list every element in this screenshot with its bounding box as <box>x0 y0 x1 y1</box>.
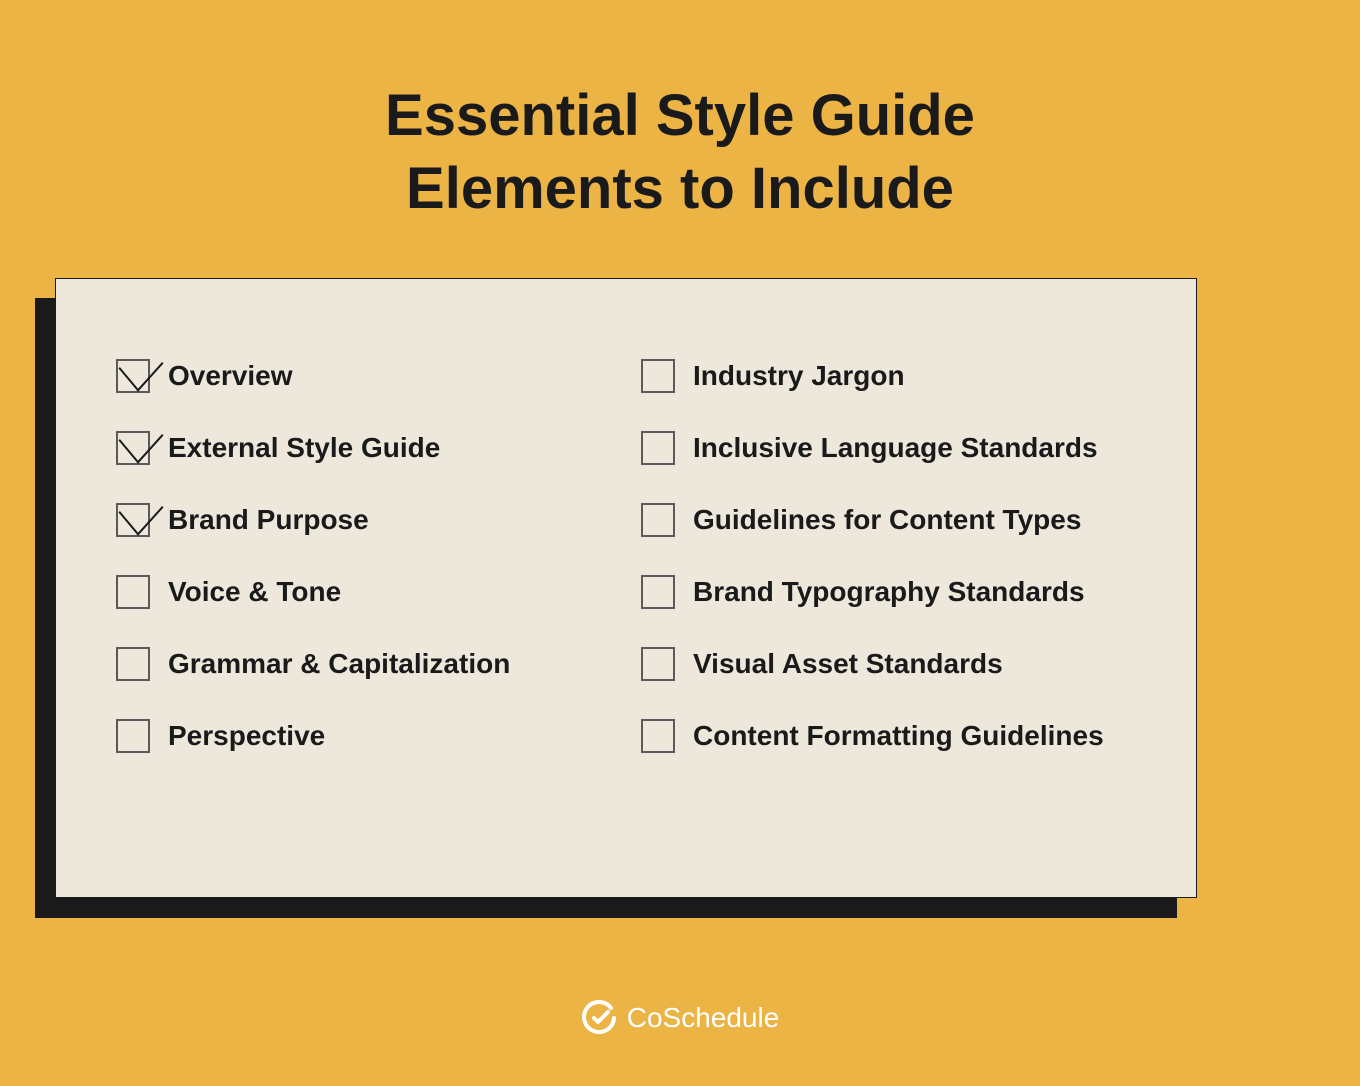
checklist-item: Perspective <box>116 719 611 753</box>
checklist-item-label: Perspective <box>168 720 325 752</box>
checklist-item-label: Industry Jargon <box>693 360 905 392</box>
checkbox-icon <box>116 431 150 465</box>
checkbox-icon <box>641 575 675 609</box>
checkbox-icon <box>641 503 675 537</box>
checklist-item: Voice & Tone <box>116 575 611 609</box>
brand-name: CoSchedule <box>627 1002 780 1034</box>
page-title-wrapper: Essential Style Guide Elements to Includ… <box>0 80 1360 225</box>
checklist-item-label: Visual Asset Standards <box>693 648 1003 680</box>
checklist-item-label: Guidelines for Content Types <box>693 504 1081 536</box>
checklist-item-label: Brand Purpose <box>168 504 369 536</box>
checklist-item: Content Formatting Guidelines <box>641 719 1136 753</box>
checklist-item: Brand Purpose <box>116 503 611 537</box>
page-title: Essential Style Guide Elements to Includ… <box>0 80 1360 225</box>
checklist-item: Industry Jargon <box>641 359 1136 393</box>
checklist-item-label: External Style Guide <box>168 432 440 464</box>
brand-logo: CoSchedule <box>581 1000 780 1036</box>
coschedule-icon <box>581 1000 617 1036</box>
checklist-item-label: Grammar & Capitalization <box>168 648 510 680</box>
footer: CoSchedule <box>0 1000 1360 1036</box>
right-column: Industry Jargon Inclusive Language Standa… <box>641 359 1136 753</box>
checklist-item-label: Inclusive Language Standards <box>693 432 1098 464</box>
checklist-card: Overview External Style Guide Brand Purpos… <box>55 278 1197 898</box>
checklist-item-label: Voice & Tone <box>168 576 341 608</box>
checklist-item: Brand Typography Standards <box>641 575 1136 609</box>
checklist-item: Guidelines for Content Types <box>641 503 1136 537</box>
checkbox-icon <box>116 719 150 753</box>
checkbox-icon <box>641 359 675 393</box>
checkbox-icon <box>116 503 150 537</box>
title-line-2: Elements to Include <box>406 156 954 221</box>
checkbox-icon <box>116 647 150 681</box>
checklist-item-label: Overview <box>168 360 293 392</box>
checkbox-icon <box>641 431 675 465</box>
checklist-columns: Overview External Style Guide Brand Purpos… <box>116 359 1136 753</box>
checklist-item: Grammar & Capitalization <box>116 647 611 681</box>
checklist-item: Visual Asset Standards <box>641 647 1136 681</box>
checkbox-icon <box>641 647 675 681</box>
checkbox-icon <box>641 719 675 753</box>
checkbox-icon <box>116 359 150 393</box>
checklist-item: Inclusive Language Standards <box>641 431 1136 465</box>
title-line-1: Essential Style Guide <box>385 83 975 148</box>
checkbox-icon <box>116 575 150 609</box>
checklist-item-label: Brand Typography Standards <box>693 576 1085 608</box>
checklist-item-label: Content Formatting Guidelines <box>693 720 1104 752</box>
checklist-item: Overview <box>116 359 611 393</box>
left-column: Overview External Style Guide Brand Purpos… <box>116 359 611 753</box>
checklist-item: External Style Guide <box>116 431 611 465</box>
